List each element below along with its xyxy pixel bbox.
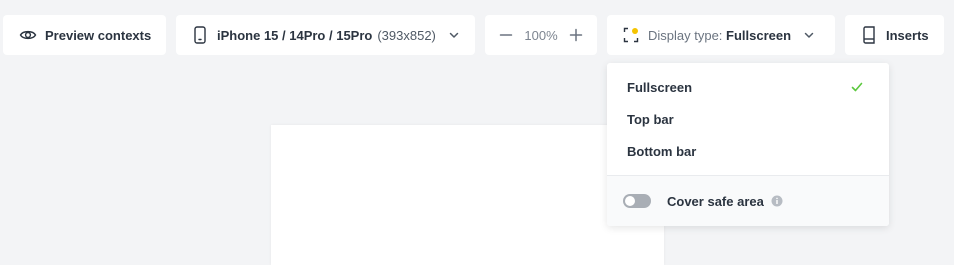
cover-safe-area-row: Cover safe area <box>607 176 889 226</box>
display-option-top-bar[interactable]: Top bar <box>607 103 889 135</box>
zoom-control: 100% <box>485 15 597 55</box>
cover-safe-area-label: Cover safe area <box>667 193 764 209</box>
info-icon[interactable] <box>771 195 783 207</box>
zoom-level: 100% <box>524 27 558 43</box>
display-type-select[interactable]: Display type: Fullscreen <box>607 15 835 55</box>
display-option-label: Bottom bar <box>627 143 697 159</box>
preview-canvas <box>271 125 664 265</box>
device-name: iPhone 15 / 14Pro / 15Pro <box>217 27 373 43</box>
phone-icon <box>193 26 207 44</box>
chevron-down-icon <box>803 29 815 41</box>
cover-safe-area-toggle[interactable] <box>623 194 651 208</box>
display-option-bottom-bar[interactable]: Bottom bar <box>607 135 889 167</box>
preview-contexts-button[interactable]: Preview contexts <box>3 15 166 55</box>
device-dimensions: (393x852) <box>377 27 436 43</box>
zoom-out-icon[interactable] <box>499 28 513 42</box>
display-type-prefix: Display type: <box>648 27 723 43</box>
eye-icon <box>19 26 37 44</box>
display-type-label: Display type: Fullscreen <box>648 28 791 43</box>
chevron-down-icon <box>448 29 460 41</box>
inserts-label: Inserts <box>886 27 929 43</box>
check-icon <box>851 81 863 93</box>
book-icon <box>861 26 877 44</box>
toggle-knob <box>625 196 635 206</box>
display-type-dropdown: Fullscreen Top bar Bottom bar Cover safe… <box>607 63 889 226</box>
display-type-value: Fullscreen <box>726 27 792 43</box>
preview-contexts-label: Preview contexts <box>45 27 152 43</box>
inserts-button[interactable]: Inserts <box>845 15 944 55</box>
display-option-label: Fullscreen <box>627 79 693 95</box>
display-option-label: Top bar <box>627 111 674 127</box>
zoom-in-icon[interactable] <box>569 28 583 42</box>
device-select[interactable]: iPhone 15 / 14Pro / 15Pro (393x852) <box>176 15 475 55</box>
display-type-icon <box>623 27 639 43</box>
display-option-fullscreen[interactable]: Fullscreen <box>607 71 889 103</box>
